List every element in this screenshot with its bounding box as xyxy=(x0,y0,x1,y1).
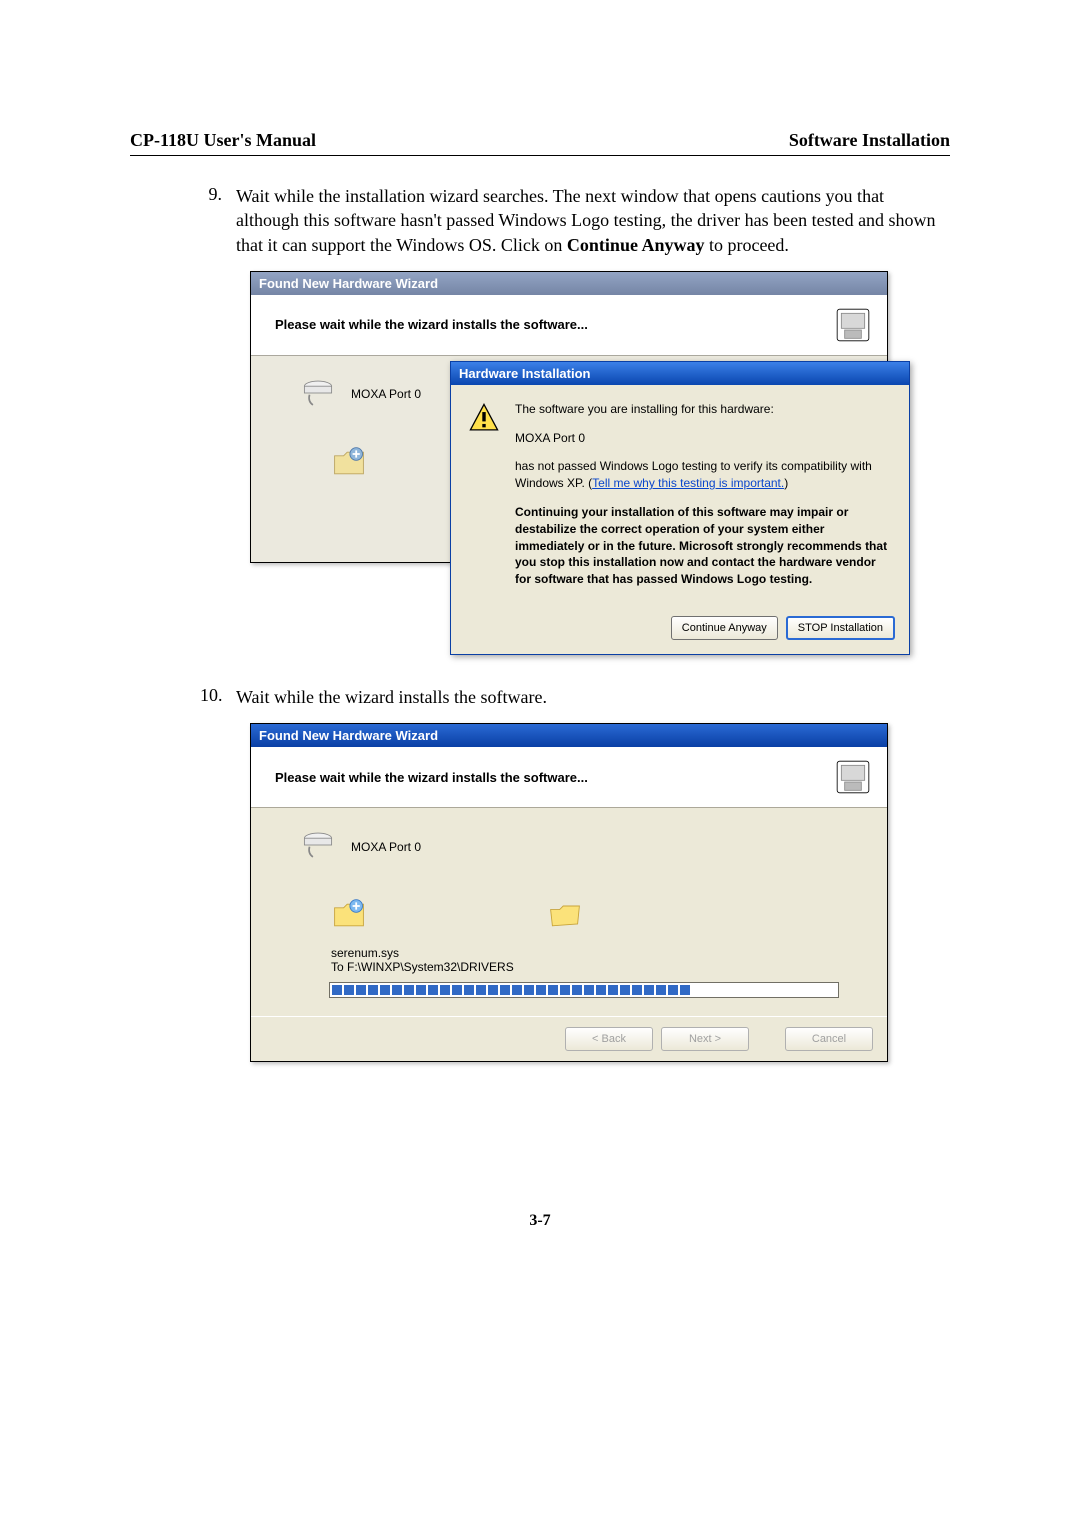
wizard-header-title: Please wait while the wizard installs th… xyxy=(275,317,588,332)
folder-dest-icon xyxy=(547,897,583,936)
file-details: serenum.sys To F:\WINXP\System32\DRIVERS xyxy=(331,946,867,974)
dialog-area-2: Found New Hardware Wizard Please wait wh… xyxy=(250,723,950,1062)
wizard-titlebar: Found New Hardware Wizard xyxy=(251,272,887,295)
wizard-titlebar: Found New Hardware Wizard xyxy=(251,724,887,747)
wizard-body: MOXA Port 0 serenum.sys To F:\WINXP\Syst… xyxy=(251,808,887,1016)
header-left: CP-118U User's Manual xyxy=(130,130,316,151)
popup-text: The software you are installing for this… xyxy=(515,401,893,600)
port-icon xyxy=(301,828,335,865)
progress-bar xyxy=(329,982,839,998)
dialog-area-1: Found New Hardware Wizard Please wait wh… xyxy=(250,271,950,661)
continue-anyway-button[interactable]: Continue Anyway xyxy=(671,616,778,640)
back-button: < Back xyxy=(565,1027,653,1051)
wizard-header: Please wait while the wizard installs th… xyxy=(251,747,887,808)
device-label: MOXA Port 0 xyxy=(351,840,421,854)
folder-source-icon xyxy=(331,445,367,484)
step-number: 9. xyxy=(200,184,236,257)
hardware-installation-popup: Hardware Installation The software you a… xyxy=(450,361,910,655)
popup-buttons: Continue Anyway STOP Installation xyxy=(451,608,909,654)
hardware-icon xyxy=(833,305,873,345)
button-row: < Back Next > Cancel xyxy=(251,1016,887,1061)
copy-row xyxy=(331,897,867,936)
file-name: serenum.sys xyxy=(331,946,867,960)
step-text-bold: Continue Anyway xyxy=(567,235,705,255)
port-icon xyxy=(301,376,335,413)
step-text: Wait while the wizard installs the softw… xyxy=(236,685,950,709)
stop-installation-button[interactable]: STOP Installation xyxy=(786,616,895,640)
step-text-part: Wait while the wizard installs the softw… xyxy=(236,687,547,707)
step-9: 9. Wait while the installation wizard se… xyxy=(200,184,950,257)
cancel-button: Cancel xyxy=(785,1027,873,1051)
device-label: MOXA Port 0 xyxy=(351,387,421,401)
popup-logo-line: has not passed Windows Logo testing to v… xyxy=(515,458,893,492)
page-number: 3-7 xyxy=(130,1212,950,1230)
wizard-header: Please wait while the wizard installs th… xyxy=(251,295,887,356)
step-10: 10. Wait while the wizard installs the s… xyxy=(200,685,950,709)
found-new-hardware-wizard-2: Found New Hardware Wizard Please wait wh… xyxy=(250,723,888,1062)
hardware-icon xyxy=(833,757,873,797)
folder-source-icon xyxy=(331,897,367,936)
popup-warning-bold: Continuing your installation of this sof… xyxy=(515,504,893,588)
file-dest: To F:\WINXP\System32\DRIVERS xyxy=(331,960,867,974)
popup-line-1: The software you are installing for this… xyxy=(515,401,893,418)
device-row: MOXA Port 0 xyxy=(301,828,867,865)
step-text: Wait while the installation wizard searc… xyxy=(236,184,950,257)
popup-body: The software you are installing for this… xyxy=(451,385,909,608)
wizard-header-title: Please wait while the wizard installs th… xyxy=(275,770,588,785)
warning-icon xyxy=(467,401,501,600)
popup-device: MOXA Port 0 xyxy=(515,430,893,447)
header-right: Software Installation xyxy=(789,130,950,151)
popup-titlebar: Hardware Installation xyxy=(451,362,909,385)
next-button: Next > xyxy=(661,1027,749,1051)
step-number: 10. xyxy=(200,685,236,709)
logo-testing-link[interactable]: Tell me why this testing is important. xyxy=(592,476,784,490)
page-header: CP-118U User's Manual Software Installat… xyxy=(130,130,950,156)
popup-text-segment: ) xyxy=(784,476,788,490)
step-text-part: to proceed. xyxy=(704,235,788,255)
